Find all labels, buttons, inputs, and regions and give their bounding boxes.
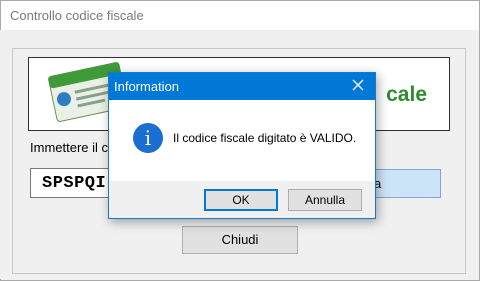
ok-button[interactable]: OK bbox=[204, 189, 278, 211]
banner-title: cale bbox=[386, 83, 427, 106]
fiscal-code-value: SPSPQI bbox=[42, 174, 107, 193]
info-icon: i bbox=[133, 123, 163, 153]
cancel-button[interactable]: Annulla bbox=[288, 189, 362, 211]
information-dialog: Information i Il codice fiscale digitato… bbox=[108, 72, 376, 219]
close-button[interactable]: Chiudi bbox=[182, 226, 298, 254]
dialog-title: Information bbox=[114, 79, 180, 94]
verify-button[interactable]: a bbox=[370, 169, 441, 198]
close-icon[interactable] bbox=[351, 78, 365, 92]
dialog-button-bar: OK Annulla bbox=[109, 181, 375, 218]
code-prompt-label: Immettere il co bbox=[30, 140, 116, 155]
window-title: Controllo codice fiscale bbox=[10, 8, 144, 23]
dialog-message: Il codice fiscale digitato è VALIDO. bbox=[173, 131, 357, 145]
dialog-titlebar[interactable]: Information bbox=[109, 73, 375, 100]
window-titlebar[interactable]: Controllo codice fiscale bbox=[1, 1, 479, 31]
